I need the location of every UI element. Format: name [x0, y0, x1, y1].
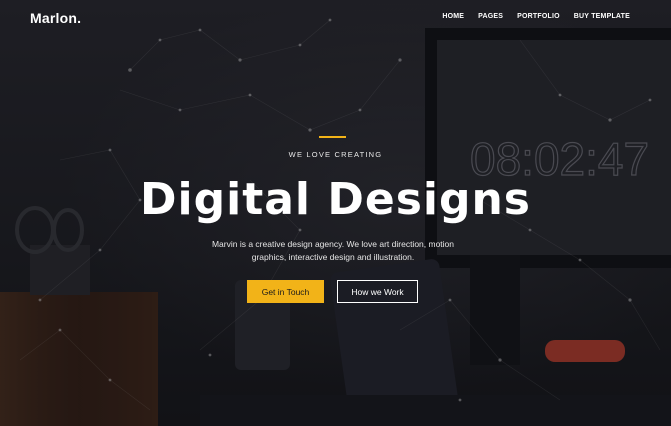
nav-item-home[interactable]: HOME [442, 13, 464, 20]
nav-item-buy-template[interactable]: BUY TEMPLATE [574, 13, 630, 20]
main-nav: HOME PAGES PORTFOLIO BUY TEMPLATE [442, 13, 630, 20]
hero-eyebrow: WE LOVE CREATING [288, 150, 383, 159]
nav-item-portfolio[interactable]: PORTFOLIO [517, 13, 560, 20]
hero-description: Marvin is a creative design agency. We l… [210, 238, 456, 264]
nav-item-pages[interactable]: PAGES [478, 13, 503, 20]
accent-divider [319, 136, 346, 138]
hero-title: Digital Designs [140, 174, 531, 225]
get-in-touch-button[interactable]: Get in Touch [247, 280, 324, 303]
site-logo[interactable]: Marlon. [30, 10, 81, 26]
hero-section: 08:02:47 Marlon. HOME PAGES PORTFOLIO BU… [0, 0, 671, 426]
how-we-work-button[interactable]: How we Work [337, 280, 418, 303]
hero-description-line-2: graphics, interactive design and illustr… [251, 252, 415, 262]
hero-description-line-1: Marvin is a creative design agency. We l… [211, 239, 455, 249]
